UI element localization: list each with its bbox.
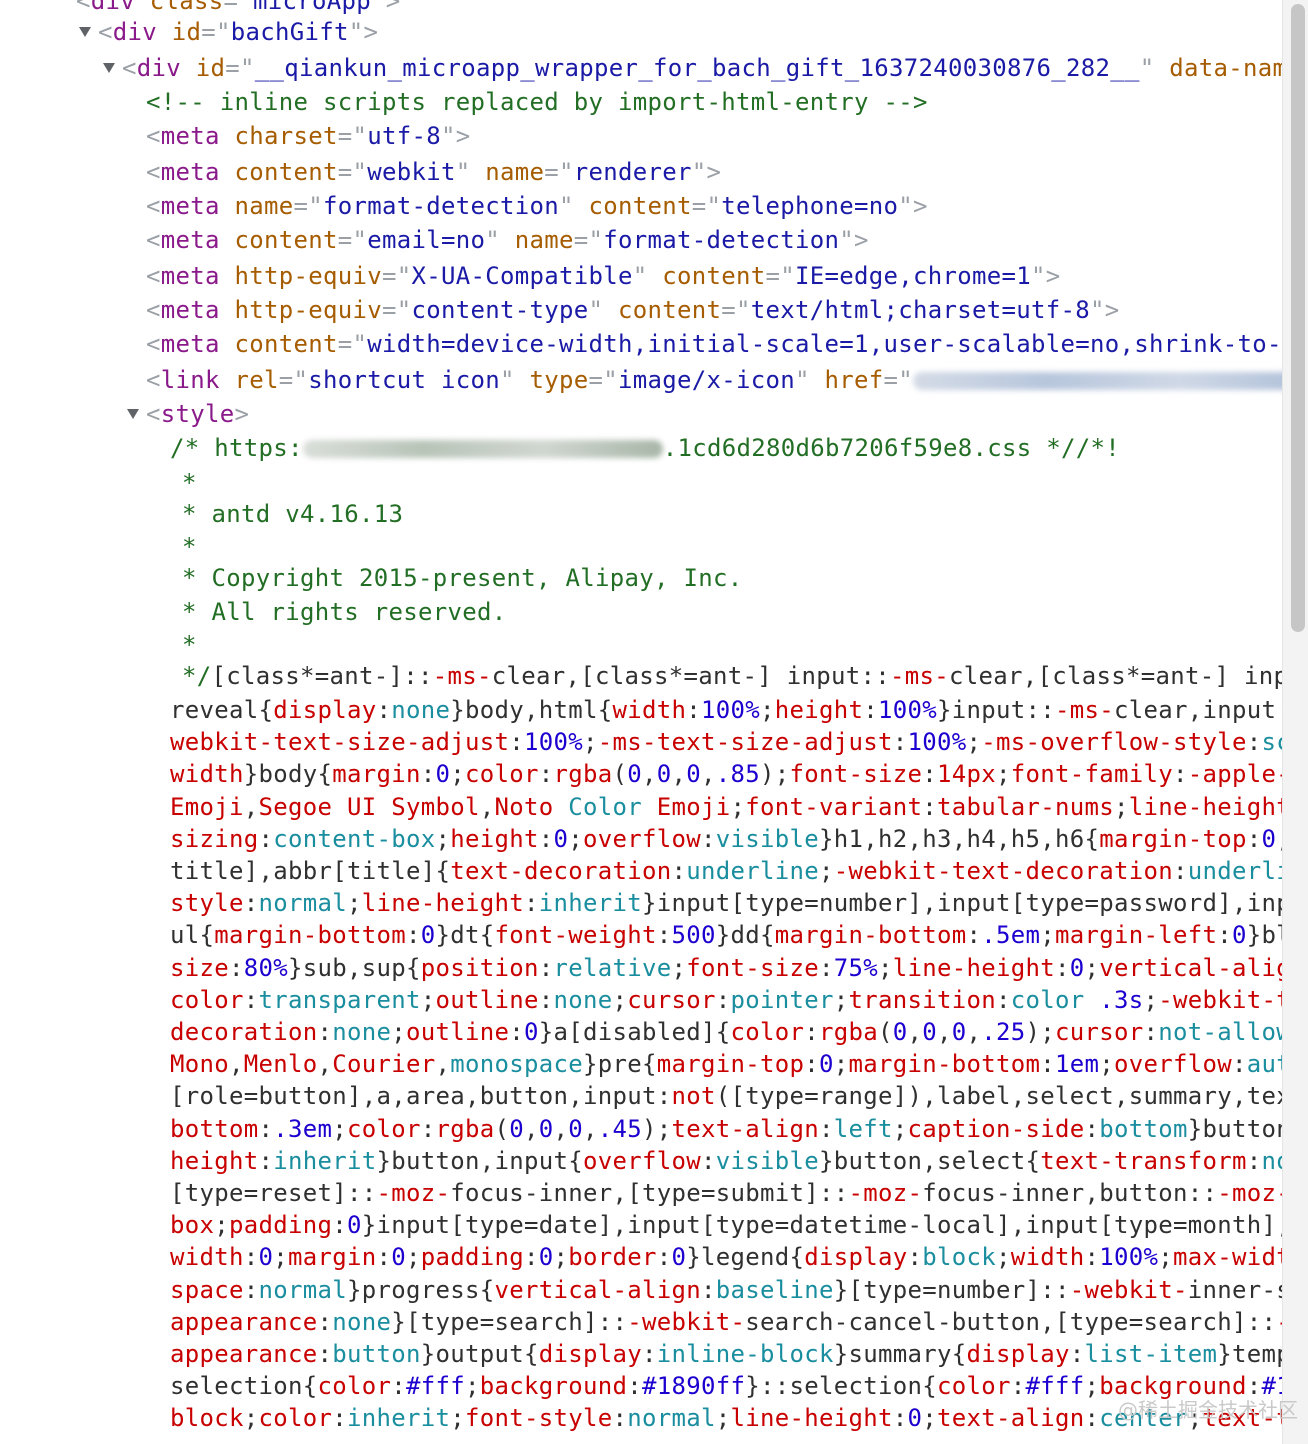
css-code-line: */[class*=ant-]::-ms-clear,[class*=ant-]… bbox=[182, 662, 1282, 690]
triangle-down-icon[interactable] bbox=[103, 63, 115, 73]
css-comment-line: * bbox=[182, 469, 197, 497]
blurred-url bbox=[913, 372, 1282, 390]
css-code-line: [role=button],a,area,button,input:not([t… bbox=[170, 1082, 1282, 1110]
meta-format-detection-telephone[interactable]: <meta name="format-detection" content="t… bbox=[146, 189, 928, 223]
css-comment-copyright: * Copyright 2015-present, Alipay, Inc. bbox=[182, 564, 743, 592]
meta-renderer[interactable]: <meta content="webkit" name="renderer"> bbox=[146, 155, 721, 189]
css-code-line: reveal{display:none}body,html{width:100%… bbox=[170, 696, 1282, 724]
css-comment-url: /* https: .1cd6d280d6b7206f59e8.css *//*! bbox=[170, 434, 1120, 462]
watermark: @稀土掘金技术社区 bbox=[1118, 1398, 1298, 1422]
css-code-line: color:transparent;outline:none;cursor:po… bbox=[170, 986, 1282, 1014]
css-code-line: appearance:button}output{display:inline-… bbox=[170, 1340, 1282, 1368]
dom-tree-panel: <div class="microApp"> <div id="bachGift… bbox=[0, 0, 1282, 1444]
triangle-down-icon[interactable] bbox=[79, 27, 91, 37]
triangle-down-icon[interactable] bbox=[127, 409, 139, 419]
css-code-line: space:normal}progress{vertical-align:bas… bbox=[170, 1276, 1282, 1304]
css-code-line: width}body{margin:0;color:rgba(0,0,0,.85… bbox=[170, 760, 1282, 788]
scrollbar-thumb[interactable] bbox=[1291, 4, 1305, 632]
css-code-line: box;padding:0}input[type=date],input[typ… bbox=[170, 1211, 1282, 1239]
css-code-line: block;color:inherit;font-style:normal;li… bbox=[170, 1404, 1282, 1432]
css-code-line: [type=reset]::-moz-focus-inner,[type=sub… bbox=[170, 1179, 1282, 1207]
css-code-line: selection{color:#fff;background:#1890ff}… bbox=[170, 1372, 1282, 1400]
dom-node-qiankun-wrapper[interactable]: <div id="__qiankun_microapp_wrapper_for_… bbox=[122, 51, 1282, 85]
css-comment-line: * bbox=[182, 631, 197, 659]
css-code-line: decoration:none;outline:0}a[disabled]{co… bbox=[170, 1018, 1282, 1046]
css-code-line: appearance:none}[type=search]::-webkit-s… bbox=[170, 1308, 1282, 1336]
dom-node-style[interactable]: <style> bbox=[146, 397, 249, 431]
css-comment-antd: * antd v4.16.13 bbox=[182, 500, 404, 528]
css-code-line: style:normal;line-height:inherit}input[t… bbox=[170, 889, 1282, 917]
meta-charset[interactable]: <meta charset="utf-8"> bbox=[146, 119, 471, 153]
css-code-line: Emoji,Segoe UI Symbol,Noto Color Emoji;f… bbox=[170, 793, 1282, 821]
link-shortcut-icon[interactable]: <link rel="shortcut icon" type="image/x-… bbox=[146, 363, 1282, 397]
css-code-line: ul{margin-bottom:0}dt{font-weight:500}dd… bbox=[170, 921, 1282, 949]
html-comment[interactable]: <!-- inline scripts replaced by import-h… bbox=[146, 85, 928, 119]
meta-content-type[interactable]: <meta http-equiv="content-type" content=… bbox=[146, 293, 1119, 327]
meta-viewport[interactable]: <meta content="width=device-width,initia… bbox=[146, 327, 1282, 361]
css-code-line: title],abbr[title]{text-decoration:under… bbox=[170, 857, 1282, 885]
css-code-line: bottom:.3em;color:rgba(0,0,0,.45);text-a… bbox=[170, 1115, 1282, 1143]
blurred-url bbox=[302, 440, 663, 458]
meta-format-detection-email[interactable]: <meta content="email=no" name="format-de… bbox=[146, 223, 869, 257]
css-code-line: webkit-text-size-adjust:100%;-ms-text-si… bbox=[170, 728, 1282, 756]
meta-x-ua-compatible[interactable]: <meta http-equiv="X-UA-Compatible" conte… bbox=[146, 259, 1061, 293]
css-code-line: Mono,Menlo,Courier,monospace}pre{margin-… bbox=[170, 1050, 1282, 1078]
dom-node-bachgift[interactable]: <div id="bachGift"> bbox=[98, 15, 378, 49]
css-code-line: height:inherit}button,input{overflow:vis… bbox=[170, 1147, 1282, 1175]
css-code-line: size:80%}sub,sup{position:relative;font-… bbox=[170, 954, 1282, 982]
css-code-line: sizing:content-box;height:0;overflow:vis… bbox=[170, 825, 1282, 853]
css-code-line: width:0;margin:0;padding:0;border:0}lege… bbox=[170, 1243, 1282, 1271]
css-comment-line: * bbox=[182, 533, 197, 561]
css-comment-rights: * All rights reserved. bbox=[182, 598, 507, 626]
